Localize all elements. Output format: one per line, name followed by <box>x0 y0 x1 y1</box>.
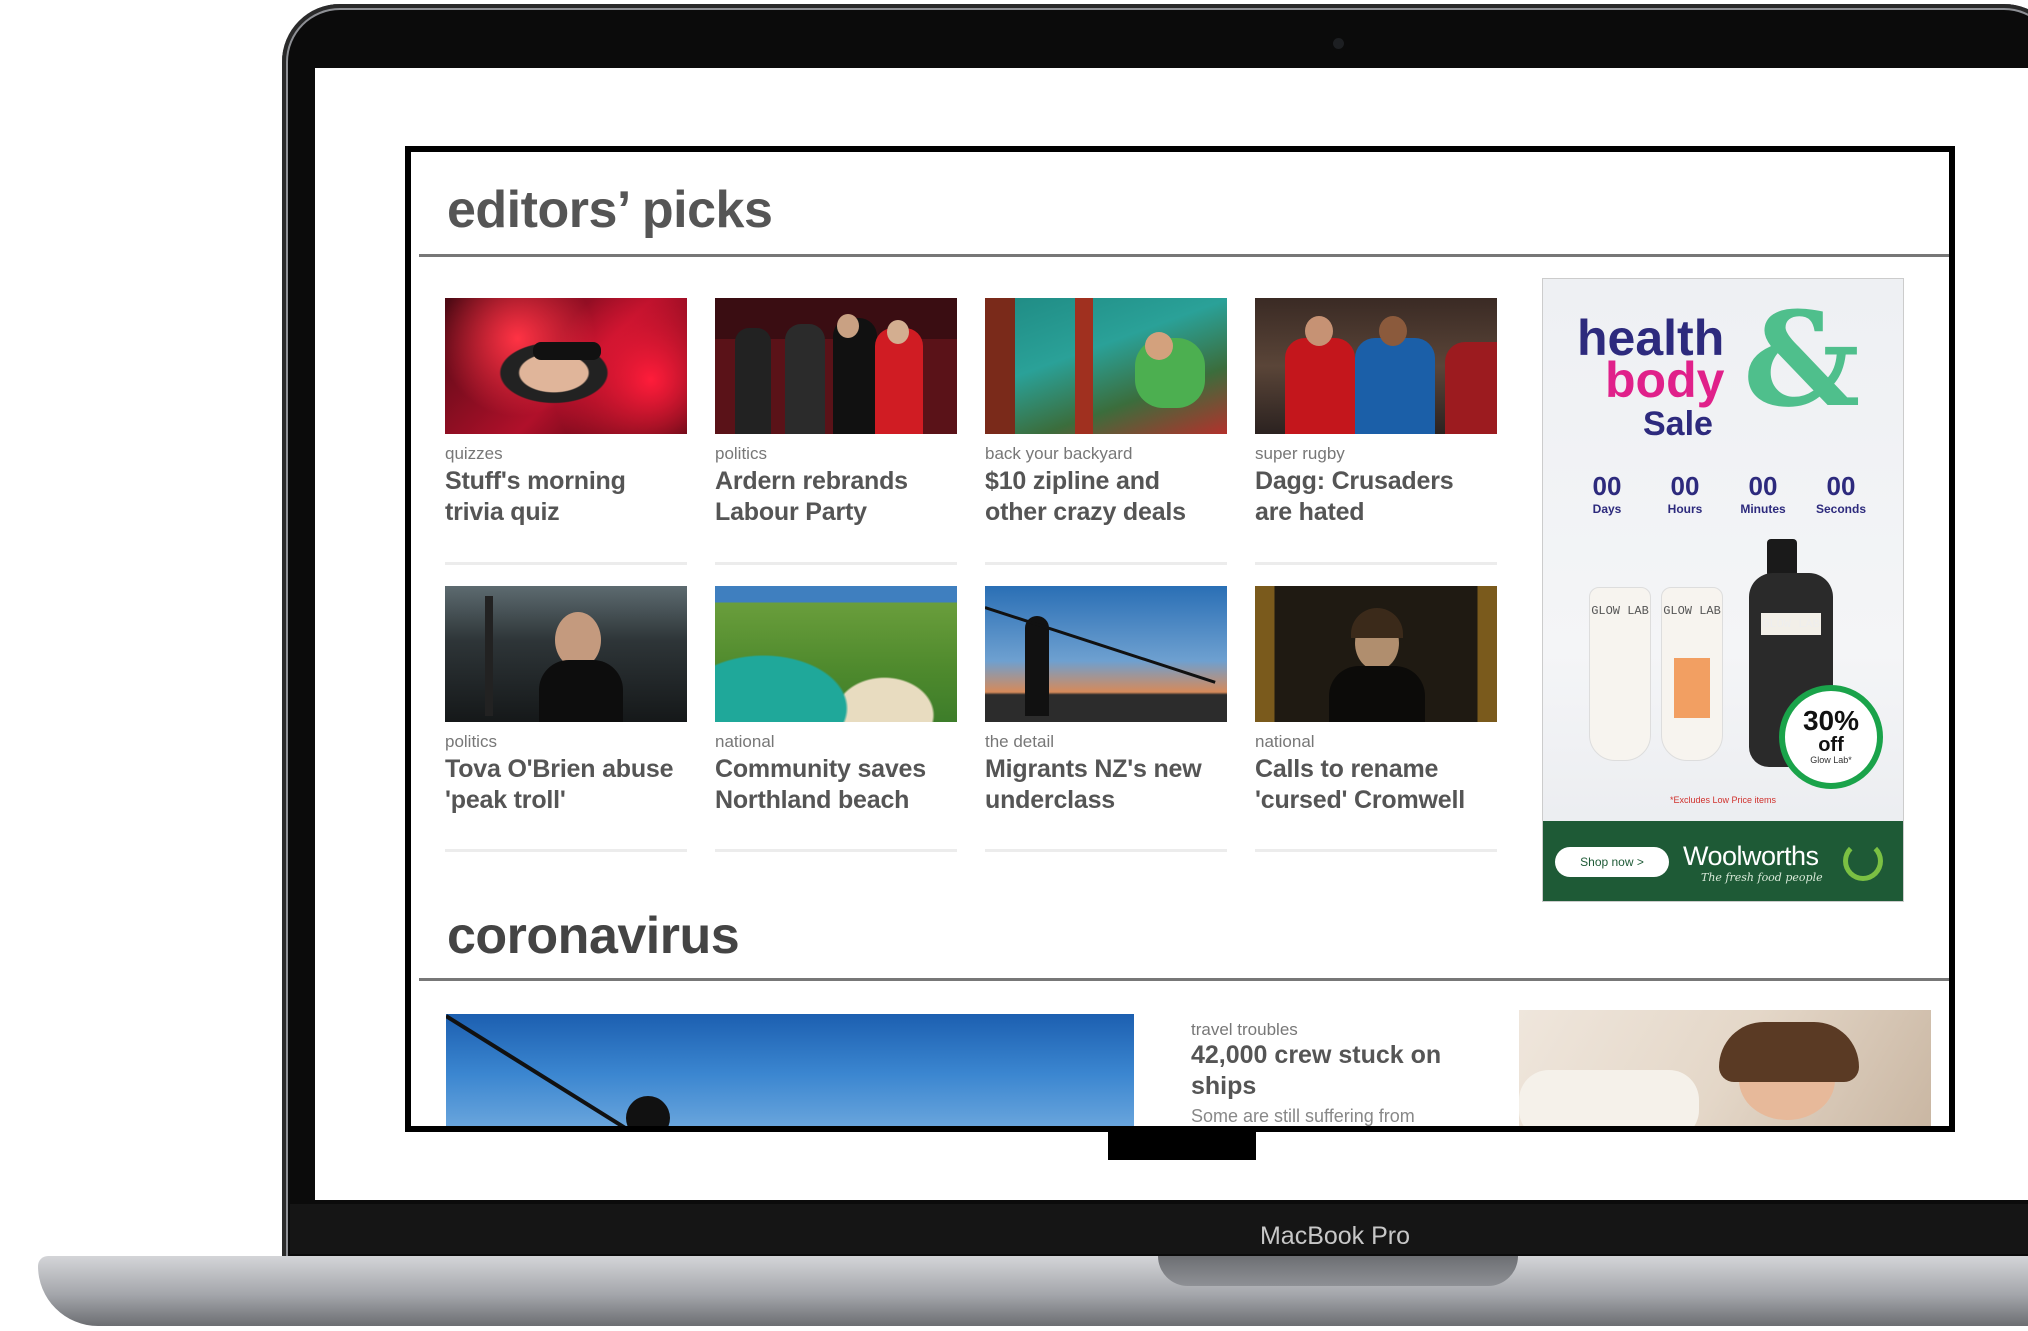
thumbnail-image[interactable] <box>715 586 957 722</box>
thumbnail-image[interactable] <box>985 586 1227 722</box>
product-bottle-image: GLOW LAB <box>1589 587 1651 761</box>
card-zipline-deals[interactable]: back your backyard $10 zipline and other… <box>985 298 1227 528</box>
pump-cap <box>1767 539 1797 577</box>
card-headline[interactable]: Dagg: Crusaders are hated <box>1255 466 1497 528</box>
discount-subtext: Glow Lab* <box>1810 755 1852 765</box>
story-tag[interactable]: travel troubles <box>1191 1020 1491 1040</box>
card-tag[interactable]: national <box>1255 732 1497 752</box>
row-divider <box>985 849 1227 852</box>
thumbnail-image[interactable] <box>445 586 687 722</box>
laptop-opening-notch <box>1158 1256 1518 1286</box>
section-divider <box>419 978 1949 981</box>
thumbnail-image[interactable] <box>1255 586 1497 722</box>
model-label: MacBook Pro <box>1259 1222 1411 1250</box>
screen-bezel-bottom <box>290 1204 2028 1254</box>
countdown-label: Days <box>1592 502 1622 516</box>
thumbnail-image[interactable] <box>445 298 687 434</box>
card-trivia-quiz[interactable]: quizzes Stuff's morning trivia quiz <box>445 298 687 528</box>
card-tova-obrien[interactable]: politics Tova O'Brien abuse 'peak troll' <box>445 586 687 816</box>
discount-off: off <box>1818 734 1844 756</box>
ad-word-body: body <box>1605 352 1725 408</box>
card-tag[interactable]: national <box>715 732 957 752</box>
row-divider <box>985 562 1227 565</box>
row-divider <box>1255 849 1497 852</box>
card-headline[interactable]: Migrants NZ's new underclass <box>985 754 1227 816</box>
bottle-label: GLOW LAB <box>1663 604 1721 618</box>
screenshot-tab-marker <box>1108 1126 1256 1160</box>
countdown-label: Seconds <box>1815 502 1866 516</box>
card-tag[interactable]: back your backyard <box>985 444 1227 464</box>
laptop-base <box>38 1256 2028 1326</box>
laptop-screen: editors’ picks quizzes Stuff's morning t… <box>315 68 2028 1200</box>
card-northland-beach[interactable]: national Community saves Northland beach <box>715 586 957 816</box>
coronavirus-side-image[interactable] <box>1519 1010 1931 1126</box>
row-divider <box>715 562 957 565</box>
shop-now-button[interactable]: Shop now > <box>1555 847 1669 877</box>
ad-fine-print: *Excludes Low Price items <box>1669 795 1777 805</box>
card-tag[interactable]: politics <box>715 444 957 464</box>
row-divider <box>715 849 957 852</box>
countdown-hours: 00 Hours <box>1657 471 1713 516</box>
countdown-minutes: 00 Minutes <box>1735 471 1791 516</box>
coronavirus-story[interactable]: travel troubles 42,000 crew stuck on shi… <box>1191 1020 1491 1126</box>
card-headline[interactable]: Community saves Northland beach <box>715 754 957 816</box>
countdown-days: 00 Days <box>1579 471 1635 516</box>
card-tag[interactable]: the detail <box>985 732 1227 752</box>
woolworths-logo-icon <box>1843 841 1883 881</box>
countdown-label: Hours <box>1667 502 1703 516</box>
row-divider <box>1255 562 1497 565</box>
section-divider <box>419 254 1949 257</box>
thumbnail-image[interactable] <box>1255 298 1497 434</box>
story-headline[interactable]: 42,000 crew stuck on ships <box>1191 1040 1491 1102</box>
countdown-value: 00 <box>1748 471 1778 501</box>
woolworths-advertisement[interactable]: & health body Sale 00 Days 00 Hours 00 M… <box>1542 278 1904 902</box>
bottle-label: GLOW LAB <box>1761 613 1821 635</box>
card-tag[interactable]: quizzes <box>445 444 687 464</box>
thumbnail-image[interactable] <box>715 298 957 434</box>
card-headline[interactable]: $10 zipline and other crazy deals <box>985 466 1227 528</box>
woolworths-wordmark: Woolworths <box>1683 841 1819 871</box>
card-headline[interactable]: Ardern rebrands Labour Party <box>715 466 957 528</box>
thumbnail-image[interactable] <box>985 298 1227 434</box>
card-headline[interactable]: Stuff's morning trivia quiz <box>445 466 687 528</box>
product-bottle-image: GLOW LAB <box>1661 587 1723 761</box>
countdown-value: 00 <box>1592 471 1622 501</box>
row-divider <box>445 849 687 852</box>
card-tag[interactable]: politics <box>445 732 687 752</box>
card-dagg-crusaders[interactable]: super rugby Dagg: Crusaders are hated <box>1255 298 1497 528</box>
card-headline[interactable]: Tova O'Brien abuse 'peak troll' <box>445 754 687 816</box>
website-screenshot: editors’ picks quizzes Stuff's morning t… <box>405 146 1955 1132</box>
countdown-value: 00 <box>1670 471 1700 501</box>
countdown-value: 00 <box>1826 471 1856 501</box>
countdown-label: Minutes <box>1740 502 1786 516</box>
camera-icon <box>1333 38 1344 49</box>
coronavirus-lead-image[interactable] <box>446 1014 1134 1126</box>
woolworths-tagline: The fresh food people <box>1701 871 1823 884</box>
bottle-label: GLOW LAB <box>1591 604 1649 618</box>
card-migrants-underclass[interactable]: the detail Migrants NZ's new underclass <box>985 586 1227 816</box>
countdown-seconds: 00 Seconds <box>1813 471 1869 516</box>
row-divider <box>445 562 687 565</box>
ampersand-graphic: & <box>1743 283 1861 436</box>
countdown-timer: 00 Days 00 Hours 00 Minutes 00 Seconds <box>1579 471 1869 516</box>
discount-percent: 30% <box>1802 705 1860 736</box>
editors-picks-heading: editors’ picks <box>447 181 773 239</box>
card-headline[interactable]: Calls to rename 'cursed' Cromwell <box>1255 754 1497 816</box>
coronavirus-heading: coronavirus <box>447 907 740 965</box>
card-tag[interactable]: super rugby <box>1255 444 1497 464</box>
card-rename-cromwell[interactable]: national Calls to rename 'cursed' Cromwe… <box>1255 586 1497 816</box>
card-ardern-rebrands[interactable]: politics Ardern rebrands Labour Party <box>715 298 957 528</box>
ad-word-sale: Sale <box>1643 405 1713 443</box>
story-snippet[interactable]: Some are still suffering from <box>1191 1106 1491 1126</box>
ad-footer: Shop now > Woolworths The fresh food peo… <box>1543 821 1903 901</box>
discount-badge: 30% off Glow Lab* <box>1779 685 1883 789</box>
